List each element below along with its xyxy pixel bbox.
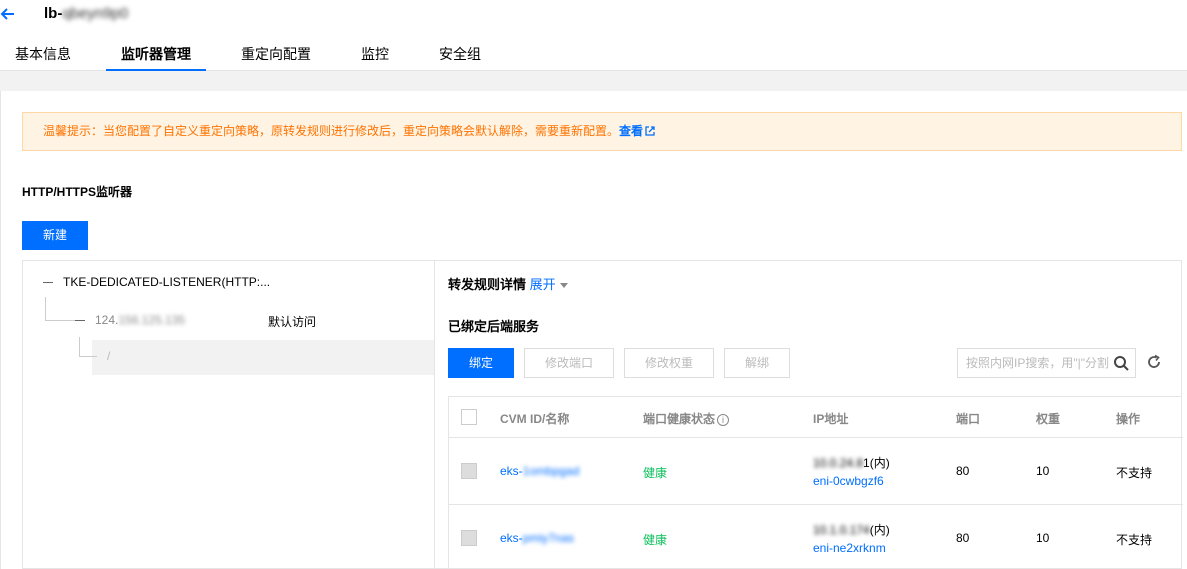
operation-value: 不支持	[1116, 466, 1153, 480]
select-all-checkbox[interactable]	[461, 409, 477, 425]
page-title: lb-qbeyn9p0	[44, 5, 128, 22]
caret-down-icon	[559, 283, 568, 289]
tree-connector	[79, 337, 97, 357]
listener-label: TKE-DEDICATED-LISTENER(HTTP:...	[63, 275, 271, 289]
info-icon[interactable]: i	[717, 413, 730, 426]
eni-link[interactable]: eni-ne2xrknm	[813, 541, 886, 555]
rule-detail-panel: 转发规则详情 展开 已绑定后端服务 绑定 修改端口 修改权重 解绑 按照内网IP…	[434, 260, 1183, 569]
operation-value: 不支持	[1116, 533, 1153, 547]
backend-table: CVM ID/名称 端口健康状态 i IP地址 端口 权重 操作 eks-1omb…	[448, 396, 1183, 569]
unbind-button[interactable]: 解绑	[724, 348, 790, 378]
tab-security-group[interactable]: 安全组	[439, 40, 481, 71]
col-weight: 权重	[1036, 412, 1061, 426]
table-header: CVM ID/名称 端口健康状态 i IP地址 端口 权重 操作	[449, 397, 1183, 438]
port-value: 80	[956, 464, 970, 478]
section-title: HTTP/HTTPS监听器	[22, 185, 132, 199]
col-port: 端口	[956, 412, 981, 426]
tree-selected-row[interactable]	[92, 340, 435, 375]
col-operation: 操作	[1116, 412, 1141, 426]
collapse-icon[interactable]	[43, 282, 53, 284]
weight-value: 10	[1036, 531, 1050, 545]
port-value: 80	[956, 531, 970, 545]
row-checkbox	[461, 463, 477, 479]
back-arrow-icon[interactable]	[0, 4, 20, 24]
tab-monitoring[interactable]: 监控	[361, 40, 389, 71]
listener-tree: TKE-DEDICATED-LISTENER(HTTP:... 124.156.…	[22, 260, 435, 569]
main-content: 温馨提示：当您配置了自定义重定向策略，原转发规则进行修改后，重定向策略会默认解除…	[0, 91, 1187, 569]
title-prefix: lb-	[44, 5, 63, 22]
page-header: lb-qbeyn9p0 基本信息 监听器管理 重定向配置 监控 安全组	[0, 0, 1187, 71]
notice-text: 温馨提示：当您配置了自定义重定向策略，原转发规则进行修改后，重定向策略会默认解除…	[43, 124, 620, 138]
tab-listener-management[interactable]: 监听器管理	[106, 40, 206, 71]
refresh-icon[interactable]	[1146, 354, 1162, 370]
table-row: eks-pmiy7nas 健康 10.1.0.174(内) eni-ne2xrk…	[449, 505, 1183, 569]
notice-view-link[interactable]: 查看	[619, 124, 655, 138]
modify-weight-button[interactable]: 修改权重	[624, 348, 714, 378]
tree-domain-node[interactable]: 124.156.125.135	[75, 313, 185, 327]
ip-address: 10.1.0.174(内)	[813, 523, 890, 537]
external-link-icon	[645, 126, 655, 136]
cvm-id-link[interactable]: eks-1ombpgad	[500, 464, 579, 478]
default-access-label: 默认访问	[268, 315, 317, 329]
weight-value: 10	[1036, 464, 1050, 478]
eni-link[interactable]: eni-0cwbgzf6	[813, 474, 884, 488]
collapse-icon[interactable]	[75, 320, 85, 322]
content-separator	[0, 71, 1187, 91]
ip-address: 10.0.24.81(内)	[813, 456, 890, 470]
notice-banner: 温馨提示：当您配置了自定义重定向策略，原转发规则进行修改后，重定向策略会默认解除…	[22, 112, 1182, 151]
col-health-status: 端口健康状态 i	[643, 410, 730, 427]
tree-connector	[45, 297, 75, 321]
search-icon[interactable]	[1113, 355, 1129, 371]
tab-basic-info[interactable]: 基本信息	[15, 40, 71, 71]
rule-detail-title: 转发规则详情 展开	[448, 274, 568, 293]
col-cvm-id: CVM ID/名称	[500, 412, 570, 426]
new-listener-button[interactable]: 新建	[22, 221, 88, 250]
bind-button[interactable]: 绑定	[448, 348, 514, 378]
title-masked-id: qbeyn9p0	[62, 5, 129, 22]
expand-link[interactable]: 展开	[530, 277, 568, 292]
table-row: eks-1ombpgad 健康 10.0.24.81(内) eni-0cwbgz…	[449, 438, 1183, 505]
health-status: 健康	[643, 466, 668, 480]
bound-backend-title: 已绑定后端服务	[448, 319, 540, 334]
search-input[interactable]: 按照内网IP搜索，用"|"分割	[957, 348, 1136, 378]
tree-path-node[interactable]: /	[107, 349, 110, 363]
tab-redirect-config[interactable]: 重定向配置	[241, 40, 311, 71]
row-checkbox	[461, 530, 477, 546]
tree-listener-node[interactable]: TKE-DEDICATED-LISTENER(HTTP:...	[43, 275, 270, 289]
modify-port-button[interactable]: 修改端口	[524, 348, 614, 378]
col-ip: IP地址	[813, 412, 849, 426]
domain-masked: 156.125.135	[118, 313, 186, 327]
cvm-id-link[interactable]: eks-pmiy7nas	[500, 531, 574, 545]
health-status: 健康	[643, 533, 668, 547]
